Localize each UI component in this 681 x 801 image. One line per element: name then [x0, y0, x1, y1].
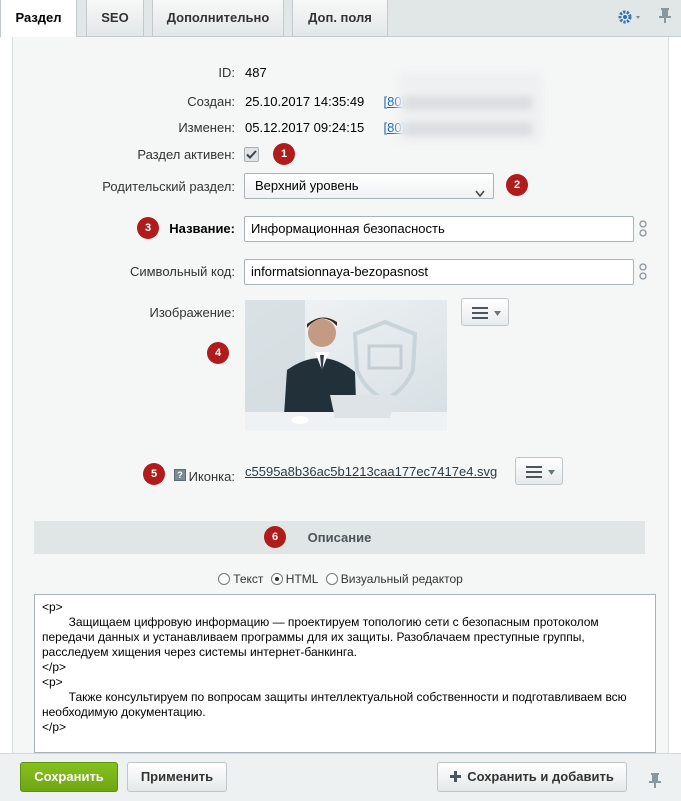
plus-icon — [450, 771, 462, 782]
radio-dot — [325, 573, 338, 585]
tab-extra-fields[interactable]: Доп. поля — [292, 0, 388, 37]
apply-button[interactable]: Применить — [127, 762, 227, 792]
icon-menu-button[interactable] — [515, 457, 563, 485]
badge-6: 6 — [264, 526, 286, 548]
mode-visual-label: Визуальный редактор — [340, 572, 463, 586]
help-icon[interactable]: ? — [174, 469, 186, 481]
badge-3: 3 — [137, 217, 159, 239]
id-label: ID: — [218, 65, 235, 80]
chevron-down-icon — [475, 182, 485, 198]
description-section-header: Описание — [34, 521, 645, 554]
active-label: Раздел активен: — [137, 147, 235, 162]
created-date: 25.10.2017 14:35:49 — [245, 94, 365, 109]
save-and-add-button[interactable]: Сохранить и добавить — [437, 762, 627, 792]
image-menu-button[interactable] — [461, 298, 509, 326]
badge-4: 4 — [207, 342, 229, 364]
pin-icon[interactable] — [648, 772, 662, 788]
badge-5: 5 — [143, 463, 165, 485]
name-label: Название: — [169, 221, 235, 236]
id-value: 487 — [245, 65, 267, 80]
radio-dot — [270, 573, 283, 585]
parent-section-label: Родительский раздел: — [102, 179, 235, 194]
image-label: Изображение: — [149, 305, 235, 320]
translit-icon[interactable] — [637, 259, 649, 285]
mode-html-label: HTML — [285, 572, 319, 586]
chevron-down-icon — [548, 470, 555, 475]
translit-icon[interactable] — [637, 216, 649, 242]
icon-file-link[interactable]: c5595a8b36ac5b1213caa177ec7417e4.svg — [245, 464, 497, 479]
save-and-add-label: Сохранить и добавить — [467, 769, 614, 784]
radio-dot — [218, 573, 231, 585]
modified-value: 05.12.2017 09:24:15 [80] — [245, 120, 405, 135]
code-label: Символьный код: — [129, 264, 235, 279]
created-value: 25.10.2017 14:35:49 [80] — [245, 94, 405, 109]
code-input[interactable]: informatsionnaya-bezopasnost — [244, 259, 634, 285]
footer-toolbar: Сохранить Применить Сохранить и добавить — [0, 753, 681, 801]
modified-label: Изменен: — [178, 120, 235, 135]
parent-section-select[interactable]: Верхний уровень — [244, 173, 494, 199]
modified-date: 05.12.2017 09:24:15 — [245, 120, 365, 135]
description-textarea[interactable]: <p> Защищаем цифровую информацию — проек… — [34, 594, 656, 753]
icon-label: Иконка: — [188, 469, 235, 484]
badge-1: 1 — [273, 143, 295, 165]
save-button[interactable]: Сохранить — [20, 762, 118, 792]
menu-icon — [472, 307, 488, 319]
blurred-text — [403, 96, 533, 110]
mode-text-radio[interactable]: Текст — [218, 572, 263, 586]
mode-text-label: Текст — [233, 572, 264, 586]
gear-icon[interactable] — [616, 8, 646, 26]
tab-bar: Раздел SEO Дополнительно Доп. поля — [0, 0, 681, 38]
created-label: Создан: — [187, 94, 235, 109]
chevron-down-icon — [494, 311, 501, 316]
active-checkbox[interactable] — [244, 147, 259, 162]
parent-section-value: Верхний уровень — [255, 178, 359, 193]
editor-mode-selector: Текст HTML Визуальный редактор — [0, 572, 681, 588]
badge-2: 2 — [506, 174, 528, 196]
tab-section[interactable]: Раздел — [0, 0, 77, 38]
tab-additional[interactable]: Дополнительно — [152, 0, 284, 37]
description-title: Описание — [307, 530, 372, 545]
mode-html-radio[interactable]: HTML — [270, 572, 319, 586]
mode-visual-radio[interactable]: Визуальный редактор — [325, 572, 463, 586]
name-input[interactable]: Информационная безопасность — [244, 216, 634, 242]
section-image[interactable] — [245, 300, 447, 431]
menu-icon — [526, 466, 542, 478]
blurred-text — [403, 122, 533, 136]
pin-icon[interactable] — [657, 6, 673, 24]
tab-seo[interactable]: SEO — [86, 0, 144, 37]
